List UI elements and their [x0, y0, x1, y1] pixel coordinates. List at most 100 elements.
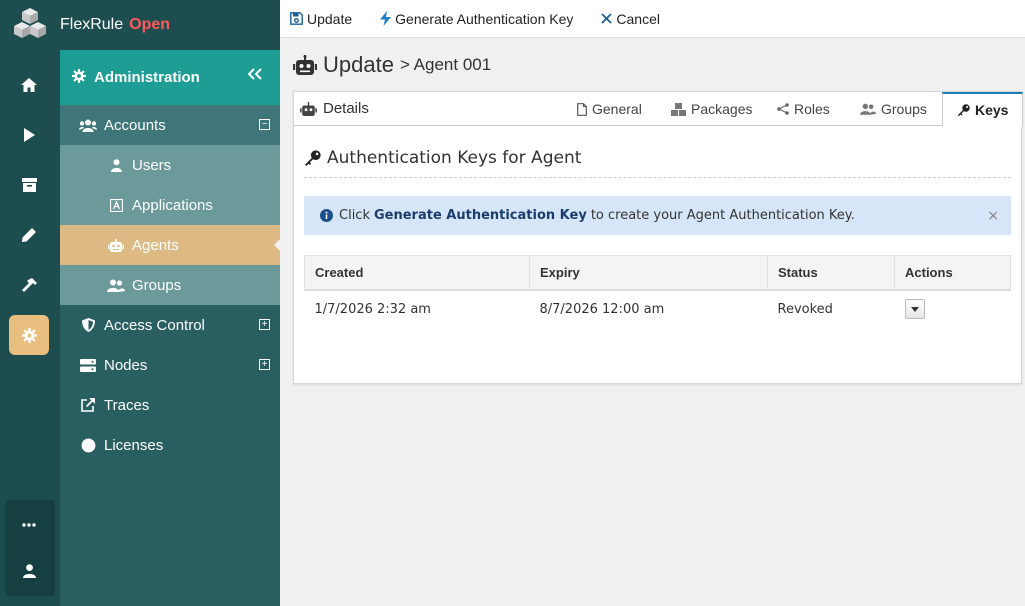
share-icon: [777, 103, 789, 115]
flexrule-logo-icon: [14, 8, 46, 38]
sidebar-item-label: Licenses: [104, 436, 164, 454]
sidebar-item-users[interactable]: Users: [60, 145, 280, 185]
column-header-created[interactable]: Created: [304, 255, 530, 291]
robot-icon: [106, 238, 126, 252]
section-divider: [304, 177, 1011, 178]
details-label: Details: [323, 100, 369, 117]
sidebar-item-label: Groups: [132, 276, 182, 294]
active-indicator: [274, 239, 280, 251]
caret-down-icon: [910, 306, 919, 312]
users-icon: [78, 119, 98, 132]
cell-expiry: 8/7/2026 12:00 am: [539, 301, 665, 317]
sidebar-item-agents[interactable]: Agents: [60, 225, 280, 265]
tab-groups[interactable]: Groups: [860, 101, 927, 117]
info-icon: [320, 209, 333, 222]
key-icon: [957, 103, 970, 116]
sidebar: Administration Accounts − Users Applicat…: [60, 50, 280, 606]
brand-edition: Open: [129, 16, 171, 33]
tab-keys[interactable]: Keys: [942, 92, 1024, 127]
brand-header: FlexRule Open: [60, 0, 280, 50]
archive-icon[interactable]: [9, 165, 49, 205]
sidebar-item-label: Accounts: [104, 116, 166, 134]
badge-icon: [78, 437, 98, 453]
tab-label: Roles: [794, 101, 830, 117]
cell-created: 1/7/2026 2:32 am: [314, 301, 431, 317]
cubes-icon: [671, 102, 686, 116]
user-icon[interactable]: [9, 551, 49, 591]
sidebar-item-label: Access Control: [104, 316, 205, 334]
alert-prefix: Click: [339, 208, 370, 223]
cell-status: Revoked: [777, 301, 833, 317]
sidebar-item-label: Nodes: [104, 356, 148, 374]
table-header-row: Created Expiry Status Actions: [304, 255, 1011, 291]
gear-icon: [72, 68, 86, 87]
column-header-actions: Actions: [894, 255, 1011, 291]
column-header-expiry[interactable]: Expiry: [529, 255, 768, 291]
title-main: Update: [323, 52, 394, 77]
brand-name: FlexRule: [60, 16, 124, 33]
hammer-icon[interactable]: [9, 265, 49, 305]
cancel-button[interactable]: Cancel: [601, 11, 660, 27]
pencil-icon[interactable]: [9, 215, 49, 255]
tab-label: General: [592, 101, 642, 117]
generate-key-label: Generate Authentication Key: [395, 10, 574, 27]
details-panel: Details General Packages Roles Groups Ke…: [293, 91, 1024, 384]
group-icon: [860, 103, 876, 115]
collapse-icon[interactable]: [247, 67, 262, 84]
close-icon: [601, 13, 613, 24]
application-icon: [106, 198, 126, 212]
shield-icon: [78, 318, 98, 332]
generate-key-button[interactable]: Generate Authentication Key: [380, 11, 573, 27]
sidebar-item-accounts[interactable]: Accounts −: [60, 105, 280, 145]
key-icon: [305, 149, 321, 166]
sidebar-item-label: Traces: [104, 396, 150, 414]
table-row: 1/7/2026 2:32 am 8/7/2026 12:00 am Revok…: [305, 290, 1011, 328]
gear-icon[interactable]: [9, 315, 49, 355]
tab-label: Keys: [975, 102, 1009, 118]
keys-table: Created Expiry Status Actions 1/7/2026 2…: [304, 255, 1011, 328]
cancel-label: Cancel: [616, 10, 660, 27]
group-icon: [106, 279, 126, 292]
tab-packages[interactable]: Packages: [671, 101, 752, 117]
more-icon[interactable]: [9, 505, 49, 545]
home-icon[interactable]: [9, 65, 49, 105]
alert-suffix: to create your Agent Authentication Key.: [590, 208, 855, 223]
bolt-icon: [380, 11, 392, 26]
expand-toggle-icon[interactable]: +: [259, 359, 270, 370]
update-button[interactable]: Update: [290, 11, 352, 27]
tab-bar: Details General Packages Roles Groups Ke…: [294, 92, 1024, 127]
icon-rail: [0, 0, 60, 606]
details-heading: Details: [300, 100, 369, 117]
save-icon: [290, 12, 303, 25]
tab-label: Packages: [691, 101, 753, 117]
section-title-text: Authentication Keys for Agent: [327, 148, 582, 168]
expand-toggle-icon[interactable]: +: [259, 319, 270, 330]
external-link-icon: [78, 398, 98, 412]
tab-general[interactable]: General: [577, 101, 642, 117]
robot-icon: [293, 55, 317, 75]
section-title: Authentication Keys for Agent: [304, 148, 581, 168]
sidebar-item-label: Agents: [132, 236, 179, 254]
play-icon[interactable]: [9, 115, 49, 155]
sidebar-item-access-control[interactable]: Access Control +: [60, 305, 280, 345]
sidebar-item-applications[interactable]: Applications: [60, 185, 280, 225]
tab-roles[interactable]: Roles: [777, 101, 830, 117]
collapse-toggle-icon[interactable]: −: [259, 119, 270, 130]
file-icon: [577, 102, 587, 116]
sidebar-item-licenses[interactable]: Licenses: [60, 425, 280, 465]
breadcrumb: > Agent 001: [399, 55, 492, 74]
robot-icon: [300, 101, 317, 116]
alert-link[interactable]: Generate Authentication Key: [374, 208, 587, 223]
page-title: Update > Agent 001: [293, 52, 491, 78]
server-icon: [78, 358, 98, 372]
sidebar-item-label: Applications: [132, 196, 213, 214]
info-alert: Click Generate Authentication Key to cre…: [304, 196, 1011, 235]
column-header-status[interactable]: Status: [767, 255, 895, 291]
sidebar-title: Administration: [94, 69, 200, 86]
close-icon[interactable]: ×: [987, 208, 999, 224]
actions-dropdown-button[interactable]: [904, 299, 925, 319]
sidebar-item-traces[interactable]: Traces: [60, 385, 280, 425]
cell-actions: [895, 290, 1011, 328]
sidebar-item-groups[interactable]: Groups: [60, 265, 280, 305]
sidebar-item-nodes[interactable]: Nodes +: [60, 345, 280, 385]
